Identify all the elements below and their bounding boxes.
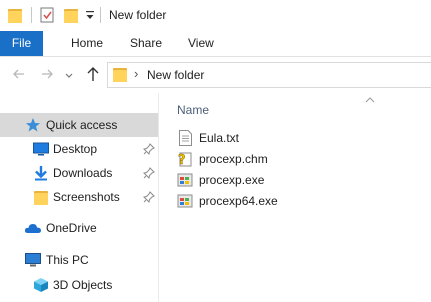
file-name: Eula.txt bbox=[199, 131, 240, 145]
file-list: Name Eula.txt ? procexp.chm procexp.exe … bbox=[160, 93, 431, 302]
pane-divider[interactable] bbox=[158, 93, 159, 302]
sidebar-item-desktop[interactable]: Desktop bbox=[0, 138, 158, 160]
sidebar-item-label: OneDrive bbox=[46, 221, 97, 235]
sidebar-item-onedrive[interactable]: OneDrive bbox=[0, 217, 158, 239]
file-name: procexp.chm bbox=[199, 152, 268, 166]
exe-file-icon bbox=[177, 193, 193, 209]
sidebar-item-screenshots[interactable]: Screenshots bbox=[0, 186, 158, 208]
window-title: New folder bbox=[109, 8, 167, 22]
tab-share[interactable]: Share bbox=[130, 31, 162, 56]
computer-icon bbox=[25, 253, 41, 267]
sidebar-item-downloads[interactable]: Downloads bbox=[0, 162, 158, 184]
back-arrow-icon[interactable] bbox=[12, 67, 26, 81]
pin-icon[interactable] bbox=[142, 143, 155, 156]
column-header-name[interactable]: Name bbox=[177, 103, 209, 117]
breadcrumb-separator[interactable]: › bbox=[134, 66, 138, 81]
tab-home[interactable]: Home bbox=[71, 31, 103, 56]
exe-file-icon bbox=[177, 172, 193, 188]
sidebar-item-label: 3D Objects bbox=[53, 278, 113, 292]
cloud-icon bbox=[24, 222, 42, 234]
pin-icon[interactable] bbox=[142, 167, 155, 180]
list-item[interactable]: procexp64.exe bbox=[175, 191, 355, 211]
breadcrumb-new-folder[interactable]: New folder bbox=[147, 68, 204, 82]
recent-locations-icon[interactable] bbox=[64, 69, 74, 78]
list-item[interactable]: ? procexp.chm bbox=[175, 149, 355, 169]
new-folder-icon[interactable] bbox=[64, 7, 78, 23]
sidebar-item-label: Desktop bbox=[53, 142, 98, 156]
sidebar-item-label: Downloads bbox=[53, 166, 113, 180]
sidebar-item-3d-objects[interactable]: 3D Objects bbox=[0, 274, 158, 296]
cube-icon bbox=[33, 277, 49, 293]
folder-icon bbox=[34, 189, 48, 205]
divider bbox=[100, 7, 101, 23]
tab-view[interactable]: View bbox=[188, 31, 214, 56]
up-arrow-icon[interactable] bbox=[86, 66, 100, 82]
properties-icon[interactable] bbox=[40, 7, 55, 23]
sidebar-item-label: This PC bbox=[46, 253, 89, 267]
navigation-pane: Quick access Desktop Downloads Screensho… bbox=[0, 93, 158, 302]
ribbon-tabs: File Home Share View bbox=[0, 31, 431, 57]
customize-toolbar-icon[interactable] bbox=[85, 9, 95, 21]
list-item[interactable]: Eula.txt bbox=[175, 128, 355, 148]
title-bar: New folder bbox=[0, 0, 431, 31]
tab-file[interactable]: File bbox=[0, 31, 43, 56]
sidebar-item-label: Quick access bbox=[46, 118, 118, 132]
forward-arrow-icon[interactable] bbox=[40, 67, 54, 81]
star-icon bbox=[25, 117, 41, 133]
sidebar-item-label: Screenshots bbox=[53, 190, 120, 204]
file-name: procexp.exe bbox=[199, 173, 265, 187]
svg-text:?: ? bbox=[178, 153, 186, 167]
text-file-icon bbox=[179, 130, 192, 146]
sidebar-item-quick-access[interactable]: Quick access bbox=[0, 113, 158, 137]
file-name: procexp64.exe bbox=[199, 194, 278, 208]
folder-icon[interactable] bbox=[8, 7, 22, 23]
divider bbox=[31, 7, 32, 23]
navigation-bar: › New folder bbox=[0, 57, 431, 93]
address-bar[interactable]: › New folder bbox=[107, 62, 431, 88]
sidebar-item-this-pc[interactable]: This PC bbox=[0, 249, 158, 271]
desktop-icon bbox=[33, 142, 49, 156]
help-file-icon: ? bbox=[177, 151, 193, 168]
list-item[interactable]: procexp.exe bbox=[175, 170, 355, 190]
downloads-icon bbox=[34, 165, 48, 181]
folder-icon bbox=[113, 66, 127, 82]
pin-icon[interactable] bbox=[142, 191, 155, 204]
sort-ascending-icon bbox=[365, 93, 375, 103]
